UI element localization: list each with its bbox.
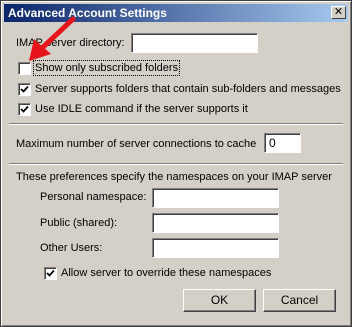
max-connections-label: Maximum number of server connections to …: [16, 138, 257, 150]
public-namespace-input[interactable]: [152, 213, 279, 233]
ok-button[interactable]: OK: [183, 289, 256, 312]
public-namespace-label: Public (shared):: [40, 217, 118, 229]
idle-checkbox[interactable]: [18, 103, 31, 116]
personal-namespace-input[interactable]: [152, 188, 279, 208]
subfolders-checkbox[interactable]: [18, 83, 31, 96]
idle-label[interactable]: Use IDLE command if the server supports …: [35, 103, 248, 115]
namespaces-intro: These preferences specify the namespaces…: [16, 171, 332, 183]
separator: [9, 123, 343, 125]
show-subscribed-label[interactable]: Show only subscribed folders: [32, 60, 181, 76]
imap-directory-input[interactable]: [131, 33, 258, 53]
cancel-button[interactable]: Cancel: [263, 289, 336, 312]
checkmark-icon: [20, 105, 29, 113]
other-users-label: Other Users:: [40, 242, 103, 254]
personal-namespace-label: Personal namespace:: [40, 191, 147, 203]
override-namespaces-checkbox[interactable]: [44, 267, 57, 280]
show-subscribed-checkbox[interactable]: [18, 62, 31, 75]
override-namespaces-label[interactable]: Allow server to override these namespace…: [61, 267, 271, 279]
annotation-arrow-icon: [29, 16, 76, 61]
other-users-input[interactable]: [152, 238, 279, 258]
checkmark-icon: [20, 85, 29, 93]
close-button[interactable]: ✕: [331, 6, 346, 19]
max-connections-input[interactable]: [264, 133, 301, 153]
checkmark-icon: [46, 269, 55, 277]
dialog-window: Advanced Account Settings ✕ IMAP server …: [0, 0, 352, 327]
separator: [9, 163, 343, 165]
subfolders-label[interactable]: Server supports folders that contain sub…: [35, 83, 341, 95]
close-icon: ✕: [333, 6, 344, 18]
